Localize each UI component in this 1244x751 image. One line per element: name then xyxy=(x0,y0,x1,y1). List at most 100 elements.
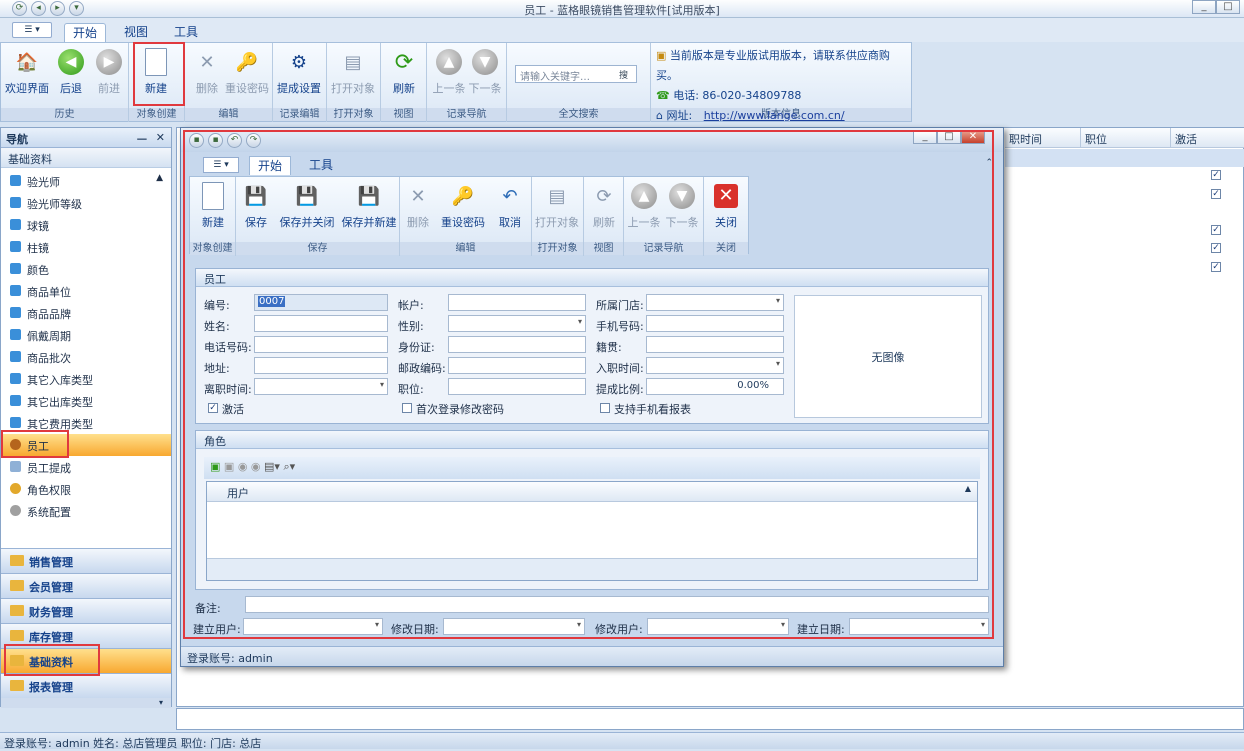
folder-icon xyxy=(10,555,24,566)
nav-item[interactable]: 验光师等级 xyxy=(1,192,171,214)
role-icon xyxy=(10,483,21,494)
minimize-button[interactable]: _ xyxy=(1192,0,1216,14)
site-line: ⌂ 网址: http://www.lange.com.cn/ xyxy=(656,109,845,122)
item-icon xyxy=(10,175,21,186)
col-header[interactable]: 激活 xyxy=(1171,128,1244,148)
nav-section-title: 基础资料 xyxy=(1,148,171,168)
folder-icon xyxy=(10,630,24,641)
key-icon: 🔑 xyxy=(235,51,259,73)
item-icon xyxy=(10,263,21,274)
tab-tools[interactable]: 工具 xyxy=(166,23,206,42)
arrow-down-icon: ▼ xyxy=(472,49,498,75)
close-icon[interactable]: ✕ xyxy=(156,131,165,144)
reset-password-button[interactable]: 🔑 重设密码 xyxy=(225,47,269,96)
pin-icon[interactable]: ᅳ xyxy=(137,131,147,147)
version-info: ▣ 当前版本是专业版试用版本，请联系供应商购买。 ☎ 电话: 86-020-34… xyxy=(656,46,910,126)
nav-item[interactable]: 球镜 xyxy=(1,214,171,236)
group-search: 请输入关键字… 搜 全文搜索 xyxy=(507,43,651,122)
open-icon: ▤ xyxy=(344,51,362,73)
phone-icon: ☎ xyxy=(656,89,670,102)
maximize-button[interactable]: □ xyxy=(1216,0,1240,14)
refresh-button[interactable]: ⟳ 刷新 xyxy=(382,47,426,96)
item-icon xyxy=(10,461,21,472)
nav-item[interactable]: 其它出库类型 xyxy=(1,390,171,412)
folder-icon xyxy=(10,605,24,616)
group-history: 🏠 欢迎界面 ◀ 后退 ▶ 前进 历史 xyxy=(1,43,129,122)
col-header[interactable]: 职时间 xyxy=(1005,128,1081,148)
item-icon xyxy=(10,219,21,230)
highlight-employee xyxy=(1,430,69,458)
home-small-icon: ⌂ xyxy=(656,109,663,122)
settings-icon: ⚙ xyxy=(290,51,308,73)
delete-button[interactable]: ✕ 删除 xyxy=(185,47,229,96)
forward-button[interactable]: ▶ 前进 xyxy=(87,47,131,96)
app-menu-button[interactable]: ☰ ▾ xyxy=(12,22,52,38)
next-record-button[interactable]: ▼ 下一条 xyxy=(463,47,507,96)
group-record-nav: ▲ 上一条 ▼ 下一条 记录导航 xyxy=(427,43,507,122)
website-link[interactable]: http://www.lange.com.cn/ xyxy=(704,109,845,122)
nav-category[interactable]: 会员管理 xyxy=(1,573,171,598)
active-checkbox[interactable]: ✓ xyxy=(1211,189,1221,199)
window-title: 员工 - 蓝格眼镜销售管理软件[试用版本] xyxy=(524,4,720,17)
nav-item[interactable]: 系统配置 xyxy=(1,500,171,522)
highlight-basic xyxy=(4,644,100,676)
nav-item[interactable]: 商品单位 xyxy=(1,280,171,302)
ribbon-tabs: ☰ ▾ 开始 视图 工具 xyxy=(0,18,1244,42)
item-icon xyxy=(10,241,21,252)
nav-item[interactable]: 员工提成 xyxy=(1,456,171,478)
info-icon: ▣ xyxy=(656,49,667,62)
active-checkbox[interactable]: ✓ xyxy=(1211,225,1221,235)
nav-category[interactable]: 销售管理 xyxy=(1,548,171,573)
active-checkbox[interactable]: ✓ xyxy=(1211,170,1221,180)
item-icon xyxy=(10,351,21,362)
search-button[interactable]: 搜 xyxy=(619,68,628,81)
nav-category[interactable]: 财务管理 xyxy=(1,598,171,623)
refresh-big-icon: ⟳ xyxy=(394,49,414,75)
nav-item[interactable]: 其它入库类型 xyxy=(1,368,171,390)
nav-item[interactable]: 角色权限 xyxy=(1,478,171,500)
item-icon xyxy=(10,285,21,296)
scroll-up-icon[interactable]: ▲ xyxy=(156,173,163,183)
nav-item[interactable]: 柱镜 xyxy=(1,236,171,258)
item-icon xyxy=(10,307,21,318)
item-icon xyxy=(10,395,21,406)
group-edit: ✕ 删除 🔑 重设密码 编辑 xyxy=(185,43,273,122)
home-icon: 🏠 xyxy=(15,51,39,73)
gear-icon xyxy=(10,505,21,516)
nav-header: 导航 ᅳ ✕ xyxy=(1,128,171,148)
open-object-button[interactable]: ▤ 打开对象 xyxy=(331,47,375,96)
tab-view[interactable]: 视图 xyxy=(116,23,156,42)
item-icon xyxy=(10,373,21,384)
nav-item[interactable]: 颜色 xyxy=(1,258,171,280)
arrow-left-icon: ◀ xyxy=(58,49,84,75)
folder-icon xyxy=(10,580,24,591)
phone-line: ☎ 电话: 86-020-34809788 xyxy=(656,89,802,102)
nav-item[interactable]: 验光师 ▲ xyxy=(1,170,171,192)
arrow-right-icon: ▶ xyxy=(96,49,122,75)
info-line: ▣ 当前版本是专业版试用版本，请联系供应商购买。 xyxy=(656,49,890,82)
commission-button[interactable]: ⚙ 提成设置 xyxy=(277,47,321,96)
col-header[interactable]: 职位 xyxy=(1081,128,1171,148)
item-icon xyxy=(10,417,21,428)
nav-item[interactable]: 商品品牌 xyxy=(1,302,171,324)
delete-icon: ✕ xyxy=(199,51,215,73)
group-record-edit: ⚙ 提成设置 记录编辑 xyxy=(273,43,327,122)
welcome-button[interactable]: 🏠 欢迎界面 xyxy=(5,47,49,96)
window-controls: _ □ xyxy=(1192,0,1240,14)
nav-config-icon[interactable]: ▾ xyxy=(1,698,171,708)
nav-category[interactable]: 报表管理 xyxy=(1,673,171,698)
active-checkbox[interactable]: ✓ xyxy=(1211,243,1221,253)
dialog-status-bar: 登录账号: admin xyxy=(181,646,1003,666)
group-open: ▤ 打开对象 打开对象 xyxy=(327,43,381,122)
navigation-pane: 导航 ᅳ ✕ 基础资料 验光师 ▲ 验光师等级 球镜 柱镜 颜色 商品单位 商品品… xyxy=(0,127,172,708)
grid-footer xyxy=(176,708,1244,730)
tab-start[interactable]: 开始 xyxy=(64,23,107,42)
arrow-up-icon: ▲ xyxy=(436,49,462,75)
title-bar: ⟳ ◂ ▸ ▾ 员工 - 蓝格眼镜销售管理软件[试用版本] _ □ xyxy=(0,0,1244,18)
active-checkbox[interactable]: ✓ xyxy=(1211,262,1221,272)
item-icon xyxy=(10,329,21,340)
nav-item[interactable]: 商品批次 xyxy=(1,346,171,368)
group-row xyxy=(1005,149,1244,167)
group-view: ⟳ 刷新 视图 xyxy=(381,43,427,122)
nav-item[interactable]: 佩戴周期 xyxy=(1,324,171,346)
